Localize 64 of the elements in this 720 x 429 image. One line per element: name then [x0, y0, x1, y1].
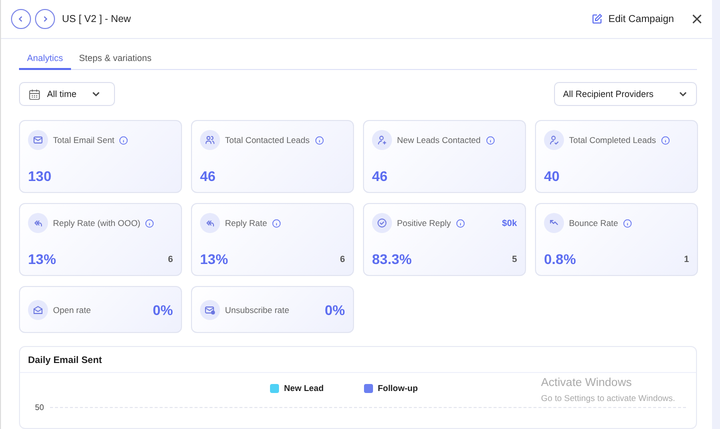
metric-value: 40 [544, 168, 560, 184]
envelope-badge-icon [200, 300, 220, 320]
pencil-square-icon [591, 13, 604, 25]
legend-label: New Lead [284, 383, 324, 393]
forward-button[interactable] [35, 9, 55, 29]
chevron-left-icon [17, 15, 25, 23]
chevron-down-icon [678, 89, 688, 99]
user-check-icon [544, 130, 564, 150]
metric-value: 0.8% [544, 251, 576, 267]
activation-notice-text: Go to Settings to activate Windows. [541, 393, 676, 403]
tab[interactable]: Steps & variations [71, 49, 160, 70]
metric-value: 83.3% [372, 251, 412, 267]
reply-all-icon [200, 213, 220, 233]
chevron-down-icon [90, 89, 101, 99]
metric-value: 0% [324, 302, 345, 318]
chevron-right-icon [41, 15, 49, 23]
date-range-dropdown[interactable]: All time [19, 82, 115, 106]
info-icon[interactable] [456, 218, 465, 228]
metric-value: 130 [28, 168, 52, 184]
count-value: 5 [512, 254, 517, 264]
open-envelope-icon [28, 300, 48, 320]
card-label: Reply Rate [225, 218, 268, 228]
info-icon[interactable] [272, 218, 282, 228]
users-icon [200, 130, 220, 150]
reply-all-icon [28, 213, 48, 233]
card-label: Open rate [53, 305, 91, 315]
card-label: Total Completed Leads [569, 135, 656, 145]
metric-value: 13% [28, 251, 56, 267]
close-icon [692, 14, 702, 24]
back-button[interactable] [11, 9, 31, 29]
info-icon[interactable] [660, 136, 670, 144]
card-label: Unsubscribe rate [225, 305, 290, 315]
user-plus-icon [372, 130, 392, 150]
revenue-value: $0k [502, 218, 517, 228]
metric-value: 13% [200, 251, 228, 267]
info-icon[interactable] [119, 136, 128, 144]
provider-dropdown[interactable]: All Recipient Providers [554, 82, 697, 106]
card-label: New Leads Contacted [397, 135, 481, 145]
card-label: Positive Reply [397, 218, 451, 228]
card-label: Bounce Rate [569, 218, 618, 228]
info-icon[interactable] [623, 218, 632, 228]
card-label: Total Email Sent [53, 135, 114, 145]
tab[interactable]: Analytics [19, 49, 72, 70]
card-label: Reply Rate (with OOO) [53, 218, 140, 228]
metric-value: 46 [372, 168, 388, 184]
info-icon[interactable] [145, 218, 154, 228]
metric-value: 46 [200, 168, 216, 184]
info-icon[interactable] [314, 136, 324, 144]
envelope-icon [28, 130, 48, 150]
edit-campaign-button[interactable]: Edit Campaign [591, 13, 674, 25]
axis-tick-label: 50 [35, 403, 44, 412]
close-button[interactable] [692, 14, 702, 24]
calendar-icon [28, 88, 41, 100]
legend-label: Follow-up [378, 383, 418, 393]
campaign-title: US [ V2 ] - New [62, 14, 131, 24]
count-value: 1 [684, 254, 689, 264]
activation-notice-title: Activate Windows [541, 377, 633, 389]
count-value: 6 [168, 254, 173, 264]
info-icon[interactable] [486, 136, 495, 144]
count-value: 6 [340, 254, 345, 264]
metric-value: 0% [152, 302, 173, 318]
chart-title: Daily Email Sent [20, 347, 696, 373]
check-circle-icon [372, 213, 392, 233]
card-label: Total Contacted Leads [225, 135, 310, 145]
